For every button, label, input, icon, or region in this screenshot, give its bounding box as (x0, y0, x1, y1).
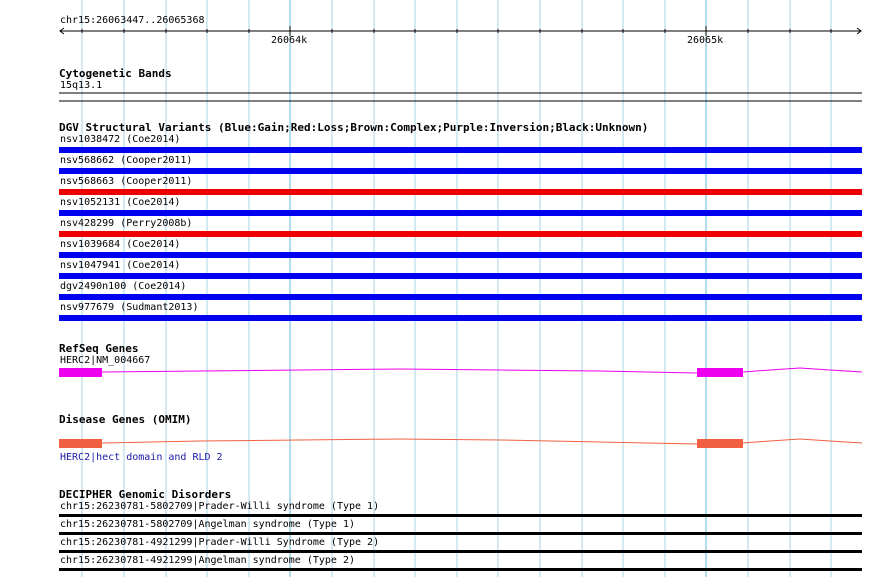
dgv-feature-label[interactable]: nsv428299 (Perry2008b) (60, 218, 192, 230)
decipher-feature-bar[interactable] (59, 532, 862, 535)
dgv-feature-bar[interactable] (59, 231, 862, 237)
dgv-feature-label[interactable]: nsv1047941 (Coe2014) (60, 260, 180, 272)
dgv-feature-bar[interactable] (59, 315, 862, 321)
ruler-tick-label: 26065k (687, 35, 724, 46)
dgv-track-title: DGV Structural Variants (Blue:Gain;Red:L… (59, 121, 649, 134)
refseq-gene-model (59, 367, 863, 377)
omim-gene-model (59, 438, 863, 448)
decipher-track-title: DECIPHER Genomic Disorders (59, 488, 232, 501)
ruler-axis (59, 26, 862, 36)
dgv-feature-label[interactable]: nsv568662 (Cooper2011) (60, 155, 192, 167)
dgv-feature-label[interactable]: nsv977679 (Sudmant2013) (60, 302, 198, 314)
decipher-feature-label[interactable]: chr15:26230781-5802709|Angelman syndrome… (60, 519, 355, 531)
decipher-feature-bar[interactable] (59, 550, 862, 553)
dgv-feature-label[interactable]: nsv1039684 (Coe2014) (60, 239, 180, 251)
dgv-feature-label[interactable]: nsv1052131 (Coe2014) (60, 197, 180, 209)
dgv-feature-label[interactable]: nsv568663 (Cooper2011) (60, 176, 192, 188)
refseq-track-title: RefSeq Genes (59, 342, 139, 355)
dgv-feature-bar[interactable] (59, 252, 862, 258)
dgv-feature-bar[interactable] (59, 189, 862, 195)
refseq-gene-label[interactable]: HERC2|NM_004667 (60, 355, 150, 367)
cytoband-track-title: Cytogenetic Bands (59, 67, 172, 80)
cytoband-label[interactable]: 15q13.1 (60, 80, 102, 92)
ruler-location: chr15:26063447..26065368 (60, 15, 205, 26)
dgv-feature-bar[interactable] (59, 210, 862, 216)
dgv-feature-label[interactable]: dgv2490n100 (Coe2014) (60, 281, 186, 293)
omim-track-title: Disease Genes (OMIM) (59, 413, 192, 426)
omim-gene-label[interactable]: HERC2|hect domain and RLD 2 (60, 452, 223, 464)
ruler-tick-label: 26064k (271, 35, 308, 46)
dgv-feature-bar[interactable] (59, 147, 862, 153)
dgv-feature-label[interactable]: nsv1038472 (Coe2014) (60, 134, 180, 146)
decipher-feature-label[interactable]: chr15:26230781-4921299|Angelman syndrome… (60, 555, 355, 567)
decipher-feature-label[interactable]: chr15:26230781-5802709|Prader-Willi synd… (60, 501, 379, 513)
genome-browser: chr15:26063447..26065368 26064k 26065k C… (0, 0, 890, 577)
decipher-feature-label[interactable]: chr15:26230781-4921299|Prader-Willi Synd… (60, 537, 379, 549)
dgv-feature-bar[interactable] (59, 273, 862, 279)
dgv-feature-bar[interactable] (59, 294, 862, 300)
decipher-feature-bar[interactable] (59, 514, 862, 517)
cytoband-bar (59, 92, 862, 102)
dgv-feature-bar[interactable] (59, 168, 862, 174)
decipher-feature-bar[interactable] (59, 568, 862, 571)
